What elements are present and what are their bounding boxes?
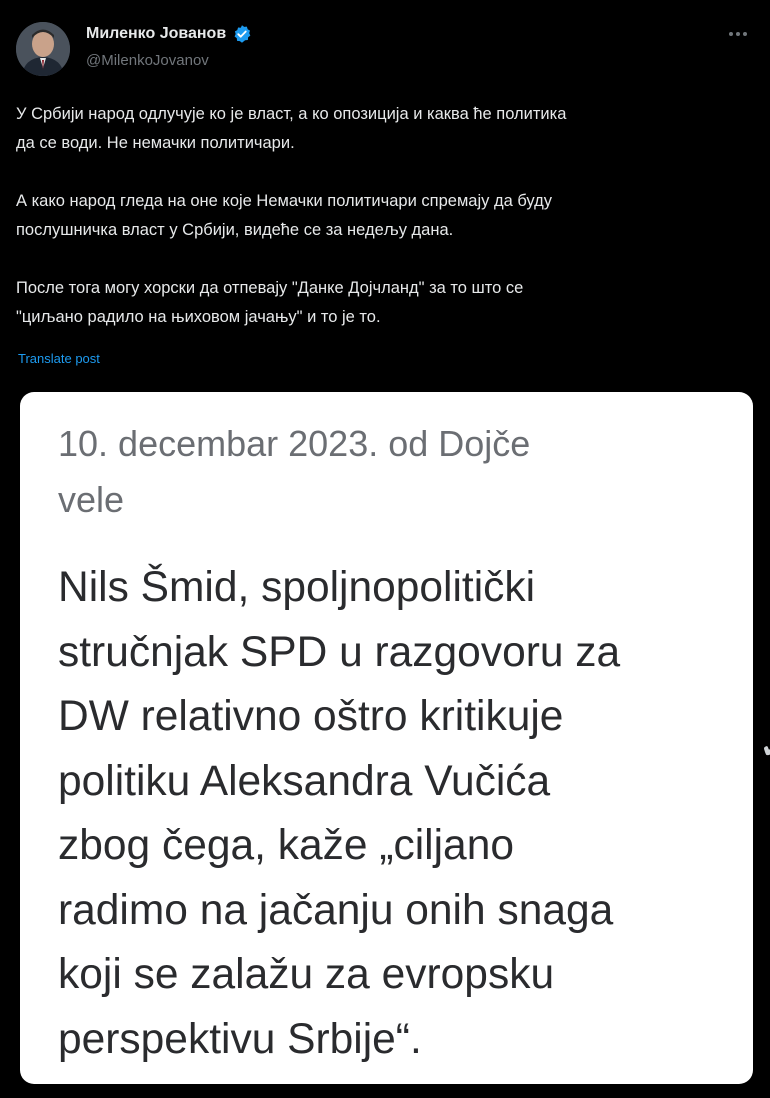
- author-handle[interactable]: @MilenkoJovanov: [86, 52, 209, 69]
- card-body-line: radimo na jačanju onih snaga: [58, 886, 614, 934]
- author-display-name[interactable]: Миленко Јованов: [86, 25, 226, 43]
- verified-badge-icon: [232, 24, 252, 44]
- card-body-line: stručnjak SPD u razgovoru za: [58, 628, 621, 676]
- author-name-row: Миленко Јованов: [86, 24, 252, 44]
- checkmark-icon: ✓: [758, 726, 770, 766]
- tweet-line: После тога могу хорски да отпевају "Данк…: [16, 279, 524, 297]
- card-body-line: Nils Šmid, spoljnopolitički: [58, 564, 536, 611]
- tweet-line: "циљано радило на њиховом јачању" и то ј…: [16, 308, 381, 326]
- card-date-heading: 10. decembar 2023. od Dojče vele: [58, 416, 738, 528]
- tweet-paragraph: А како народ гледа на оне које Немачки п…: [16, 187, 756, 245]
- avatar-photo: [16, 22, 70, 76]
- card-body-line: perspektivu Srbije“.: [58, 1015, 422, 1063]
- attached-image-card[interactable]: 10. decembar 2023. od Dojče vele Nils Šm…: [20, 392, 753, 1084]
- card-body-line: koji se zalažu za evropsku: [58, 951, 555, 998]
- card-date-line: 10. decembar 2023. od Dojče: [58, 423, 531, 464]
- translate-post-link[interactable]: Translate post: [18, 351, 100, 366]
- card-body-text: Nils Šmid, spoljnopolitički stručnjak SP…: [58, 556, 748, 1072]
- card-body-line: DW relativno oštro kritikuje: [58, 693, 564, 740]
- card-date-line: vele: [58, 479, 125, 520]
- more-options-icon[interactable]: [724, 24, 752, 44]
- tweet-text: У Србији народ одлучује ко је власт, а к…: [16, 100, 756, 332]
- tweet-paragraph: У Србији народ одлучује ко је власт, а к…: [16, 100, 756, 158]
- tweet-line: А како народ гледа на оне које Немачки п…: [16, 192, 553, 210]
- tweet-line: У Србији народ одлучује ко је власт, а к…: [16, 105, 567, 123]
- tweet-line: послушничка власт у Србији, видеће се за…: [16, 221, 454, 239]
- card-body-line: politiku Aleksandra Vučića: [58, 757, 551, 805]
- tweet-paragraph: После тога могу хорски да отпевају "Данк…: [16, 274, 756, 332]
- tweet-line: да се води. Не немачки политичари.: [16, 134, 295, 152]
- avatar[interactable]: [16, 22, 70, 76]
- card-body-line: zbog čega, kaže „ciljano: [58, 822, 514, 869]
